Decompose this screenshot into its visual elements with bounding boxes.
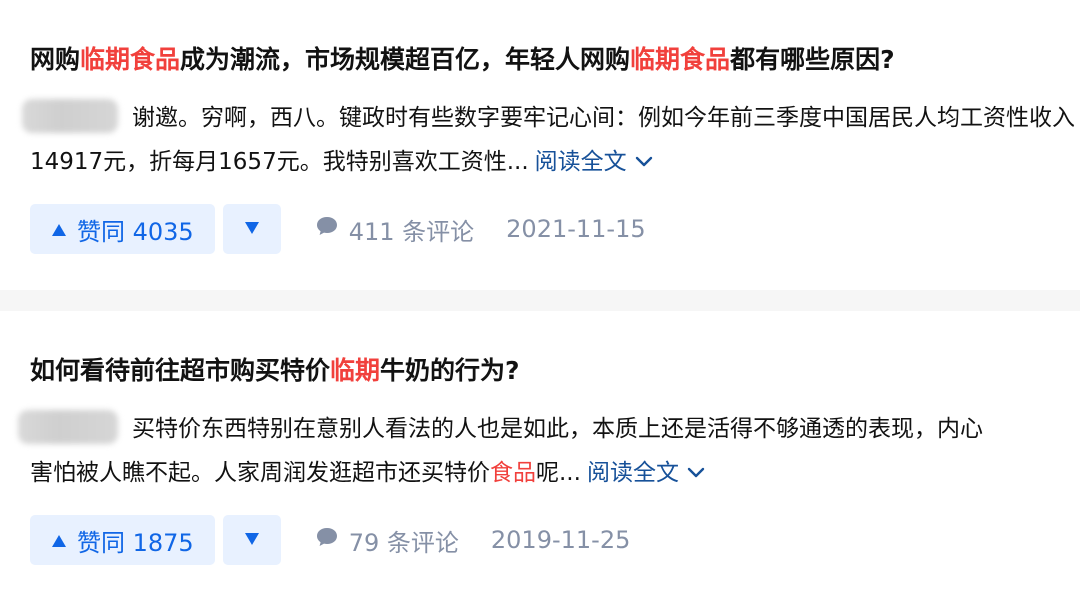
read-more-label: 阅读全文 (586, 460, 679, 486)
title-text: 网购 (30, 45, 81, 74)
question-title[interactable]: 网购临期食品成为潮流，市场规模超百亿，年轻人网购临期食品都有哪些原因? (30, 43, 895, 77)
triangle-up-icon (51, 526, 67, 554)
comment-bubble-icon (315, 215, 349, 243)
excerpt-highlight: 食品 (490, 460, 536, 486)
chevron-down-icon (687, 450, 705, 494)
title-text: 如何看待前往超市购买特价 (30, 356, 331, 385)
blurred-avatar (18, 409, 118, 444)
excerpt-text: 谢邀。穷啊，西八。键政时有些数字要牢记心间：例如今年前三季度中国居民人均工资性收… (132, 105, 1075, 131)
action-bar: 赞同 4035 411 条评论 2021-11-15 (30, 204, 646, 254)
answer-excerpt[interactable]: 买特价东西特别在意别人看法的人也是如此，本质上还是活得不够通透的表现，内心 害怕… (18, 407, 1080, 495)
excerpt-text: 害怕被人瞧不起。人家周润发逛超市还买特价 (30, 460, 490, 486)
answer-excerpt[interactable]: 谢邀。穷啊，西八。键政时有些数字要牢记心间：例如今年前三季度中国居民人均工资性收… (22, 96, 1080, 184)
title-highlight: 临期 (330, 356, 381, 385)
answer-date: 2019-11-25 (490, 526, 631, 554)
title-text: 成为潮流，市场规模超百亿，年轻人网购 (180, 45, 631, 74)
question-title[interactable]: 如何看待前往超市购买特价临期牛奶的行为? (30, 354, 520, 388)
excerpt-text: 14917元，折每月1657元。我特别喜欢工资性... (30, 149, 529, 175)
title-text: 牛奶的行为? (380, 356, 520, 385)
action-bar: 赞同 1875 79 条评论 2019-11-25 (30, 515, 630, 565)
excerpt-text: 呢... (536, 460, 581, 486)
comments-button[interactable]: 411 条评论 (315, 212, 474, 247)
downvote-button[interactable] (222, 204, 281, 254)
card-separator (0, 290, 1080, 311)
title-highlight: 临期食品 (80, 45, 181, 74)
answer-card: 如何看待前往超市购买特价临期牛奶的行为? 买特价东西特别在意别人看法的人也是如此… (0, 311, 1080, 600)
comments-label: 79 条评论 (348, 528, 459, 557)
upvote-button[interactable]: 赞同 4035 (30, 204, 215, 254)
triangle-down-icon (244, 220, 260, 239)
title-highlight: 临期食品 (630, 45, 731, 74)
upvote-button[interactable]: 赞同 1875 (30, 515, 215, 565)
chevron-down-icon (635, 139, 653, 183)
comments-button[interactable]: 79 条评论 (315, 523, 459, 558)
downvote-button[interactable] (222, 515, 281, 565)
comments-label: 411 条评论 (348, 217, 475, 246)
blurred-avatar (22, 98, 118, 133)
title-text: 都有哪些原因? (730, 45, 895, 74)
read-more-label: 阅读全文 (534, 149, 627, 175)
upvote-label: 赞同 4035 (77, 217, 194, 246)
answer-date: 2021-11-15 (506, 215, 646, 243)
excerpt-text: 买特价东西特别在意别人看法的人也是如此，本质上还是活得不够通透的表现，内心 (132, 416, 983, 442)
triangle-up-icon (51, 215, 67, 243)
read-more-link[interactable]: 阅读全文 (535, 149, 653, 175)
answer-card: 网购临期食品成为潮流，市场规模超百亿，年轻人网购临期食品都有哪些原因? 谢邀。穷… (0, 0, 1080, 290)
comment-bubble-icon (315, 526, 349, 554)
read-more-link[interactable]: 阅读全文 (587, 460, 705, 486)
upvote-label: 赞同 1875 (77, 528, 194, 557)
triangle-down-icon (244, 531, 260, 550)
